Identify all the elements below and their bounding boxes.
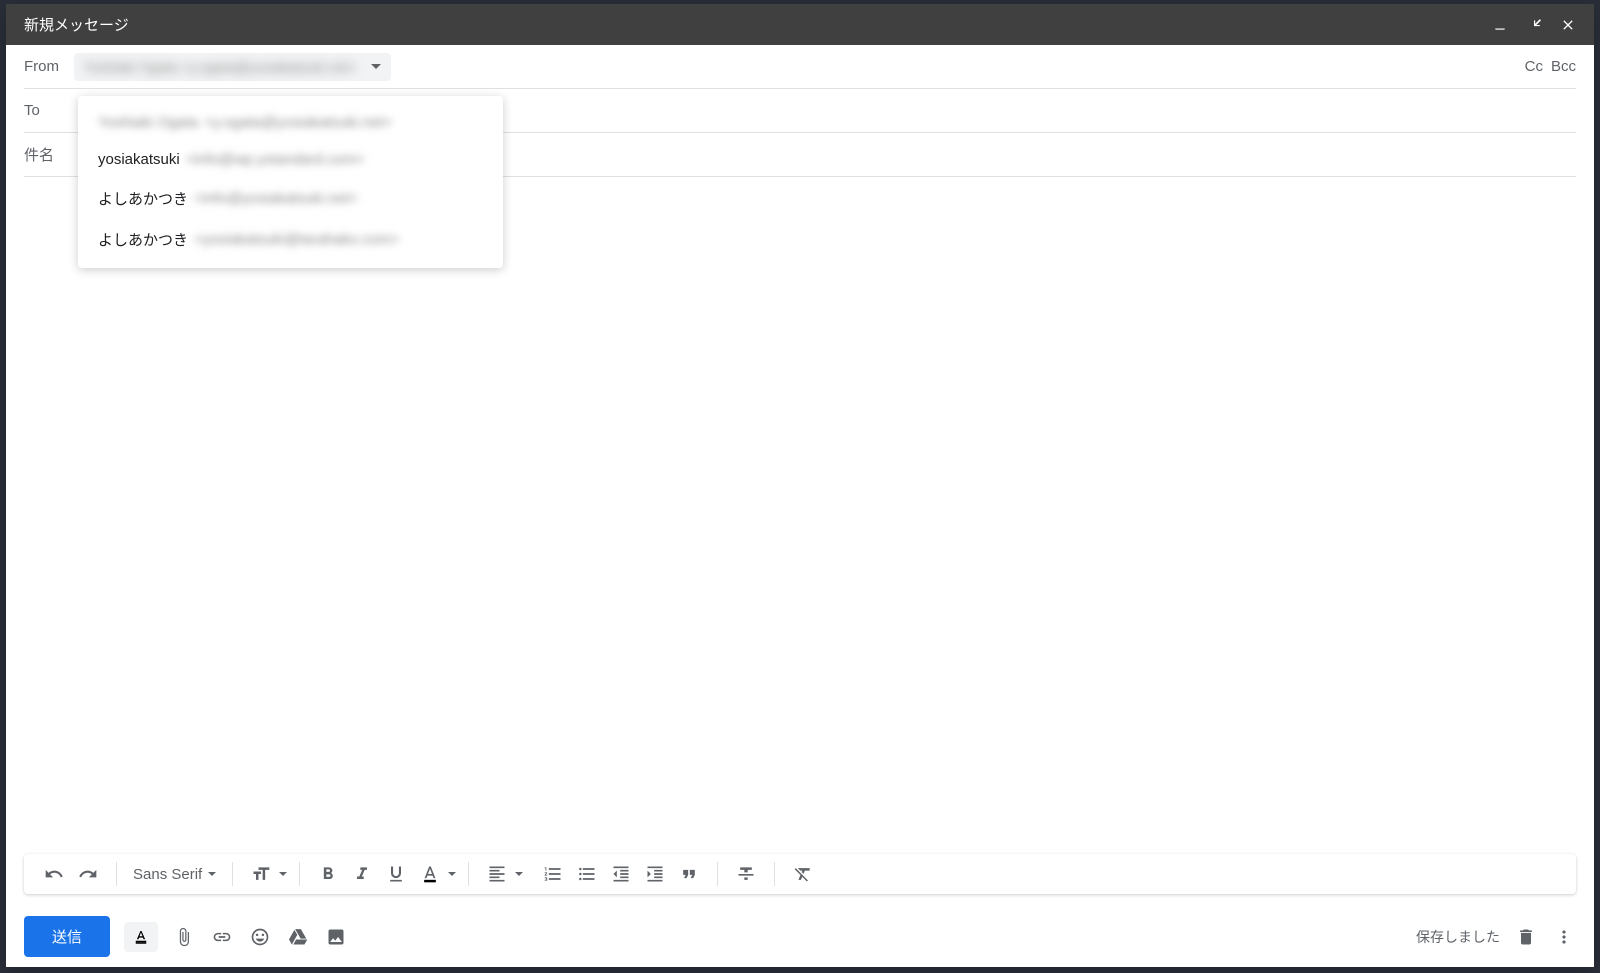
from-dropdown: Yoshiaki Ogata <y.ogata@yosiakatsuki.net…	[78, 96, 503, 268]
from-option-3[interactable]: よしあかつき <yosiakatsuki@tarahako.com>	[78, 219, 503, 260]
align-button[interactable]	[481, 858, 513, 890]
font-name: Sans Serif	[133, 866, 202, 883]
italic-button[interactable]	[346, 858, 378, 890]
from-option-email: <info@wp.ystandard.com>	[186, 151, 365, 168]
compose-body[interactable]	[6, 177, 1594, 854]
indent-increase-button[interactable]	[639, 858, 671, 890]
to-label: To	[24, 102, 74, 119]
attach-icon[interactable]	[172, 925, 196, 949]
strikethrough-button[interactable]	[730, 858, 762, 890]
more-icon[interactable]	[1552, 925, 1576, 949]
compose-title: 新規メッセージ	[24, 14, 129, 35]
remove-formatting-button[interactable]	[787, 858, 819, 890]
font-size-button[interactable]	[245, 858, 277, 890]
chevron-down-icon	[208, 872, 216, 876]
minimize-icon[interactable]	[1492, 17, 1508, 33]
bottom-right: 保存しました	[1416, 925, 1576, 949]
formatting-toggle[interactable]	[124, 922, 158, 952]
link-icon[interactable]	[210, 925, 234, 949]
send-button[interactable]: 送信	[24, 916, 110, 957]
toolbar-divider	[774, 862, 775, 886]
from-selector[interactable]: Yoshiaki Ogata <y.ogata@yosiakatsuki.net…	[74, 53, 391, 81]
underline-button[interactable]	[380, 858, 412, 890]
header-controls	[1492, 17, 1576, 33]
from-option-0[interactable]: Yoshiaki Ogata <y.ogata@yosiakatsuki.net…	[78, 104, 503, 141]
toolbar-divider	[299, 862, 300, 886]
cc-button[interactable]: Cc	[1525, 58, 1543, 75]
chevron-down-icon	[448, 872, 456, 876]
popout-icon[interactable]	[1526, 17, 1542, 33]
from-option-1[interactable]: yosiakatsuki <info@wp.ystandard.com>	[78, 141, 503, 178]
toolbar-divider	[717, 862, 718, 886]
from-label: From	[24, 58, 74, 75]
from-option-name: よしあかつき	[98, 229, 188, 250]
compose-header: 新規メッセージ	[6, 4, 1594, 45]
from-option-name: Yoshiaki Ogata	[98, 114, 198, 131]
chevron-down-icon	[371, 64, 381, 69]
chevron-down-icon	[279, 872, 287, 876]
font-selector[interactable]: Sans Serif	[123, 862, 226, 887]
from-option-2[interactable]: よしあかつき <info@yosiakatsuki.net>	[78, 178, 503, 219]
numbered-list-button[interactable]	[537, 858, 569, 890]
chevron-down-icon	[515, 872, 523, 876]
toolbar-divider	[232, 862, 233, 886]
bcc-button[interactable]: Bcc	[1551, 58, 1576, 75]
text-color-button[interactable]	[414, 858, 446, 890]
toolbar-divider	[116, 862, 117, 886]
from-value: Yoshiaki Ogata <y.ogata@yosiakatsuki.net…	[84, 59, 357, 75]
from-option-email: <yosiakatsuki@tarahako.com>	[194, 231, 399, 248]
saved-status: 保存しました	[1416, 927, 1500, 947]
bottom-bar: 送信 保存しました	[6, 906, 1594, 967]
bold-button[interactable]	[312, 858, 344, 890]
formatting-toolbar: Sans Serif	[24, 854, 1576, 894]
from-field-row: From Yoshiaki Ogata <y.ogata@yosiakatsuk…	[24, 45, 1576, 89]
undo-button[interactable]	[38, 858, 70, 890]
cc-bcc-toggle: Cc Bcc	[1525, 58, 1576, 75]
redo-button[interactable]	[72, 858, 104, 890]
close-icon[interactable]	[1560, 17, 1576, 33]
drive-icon[interactable]	[286, 925, 310, 949]
from-option-name: yosiakatsuki	[98, 151, 180, 168]
delete-icon[interactable]	[1514, 925, 1538, 949]
emoji-icon[interactable]	[248, 925, 272, 949]
from-option-name: よしあかつき	[98, 188, 188, 209]
from-option-email: <info@yosiakatsuki.net>	[194, 190, 358, 207]
subject-label: 件名	[24, 144, 74, 165]
toolbar-divider	[468, 862, 469, 886]
compose-window: 新規メッセージ From Yoshiaki Ogata <y.ogata@yos…	[6, 4, 1594, 967]
bulleted-list-button[interactable]	[571, 858, 603, 890]
from-option-email: <y.ogata@yosiakatsuki.net>	[204, 114, 392, 131]
quote-button[interactable]	[673, 858, 705, 890]
image-icon[interactable]	[324, 925, 348, 949]
indent-decrease-button[interactable]	[605, 858, 637, 890]
